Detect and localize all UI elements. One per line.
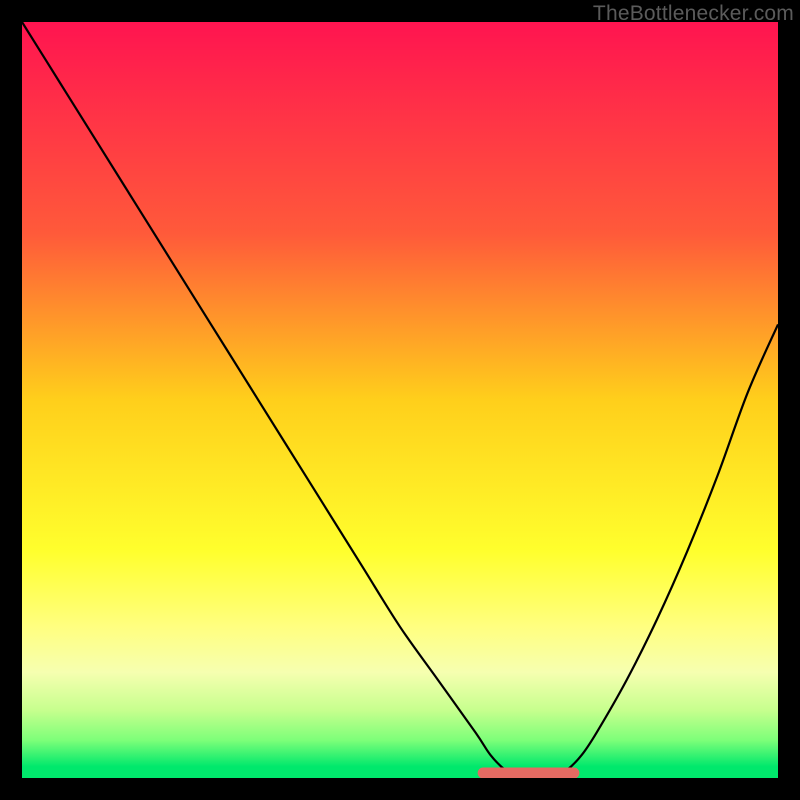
curve-line (22, 22, 778, 778)
watermark-text: TheBottlenecker.com (593, 2, 794, 25)
bottleneck-curve (22, 22, 778, 778)
watermark: TheBottlenecker.com (593, 2, 794, 26)
chart-frame (22, 22, 778, 778)
plot-area (22, 22, 778, 778)
